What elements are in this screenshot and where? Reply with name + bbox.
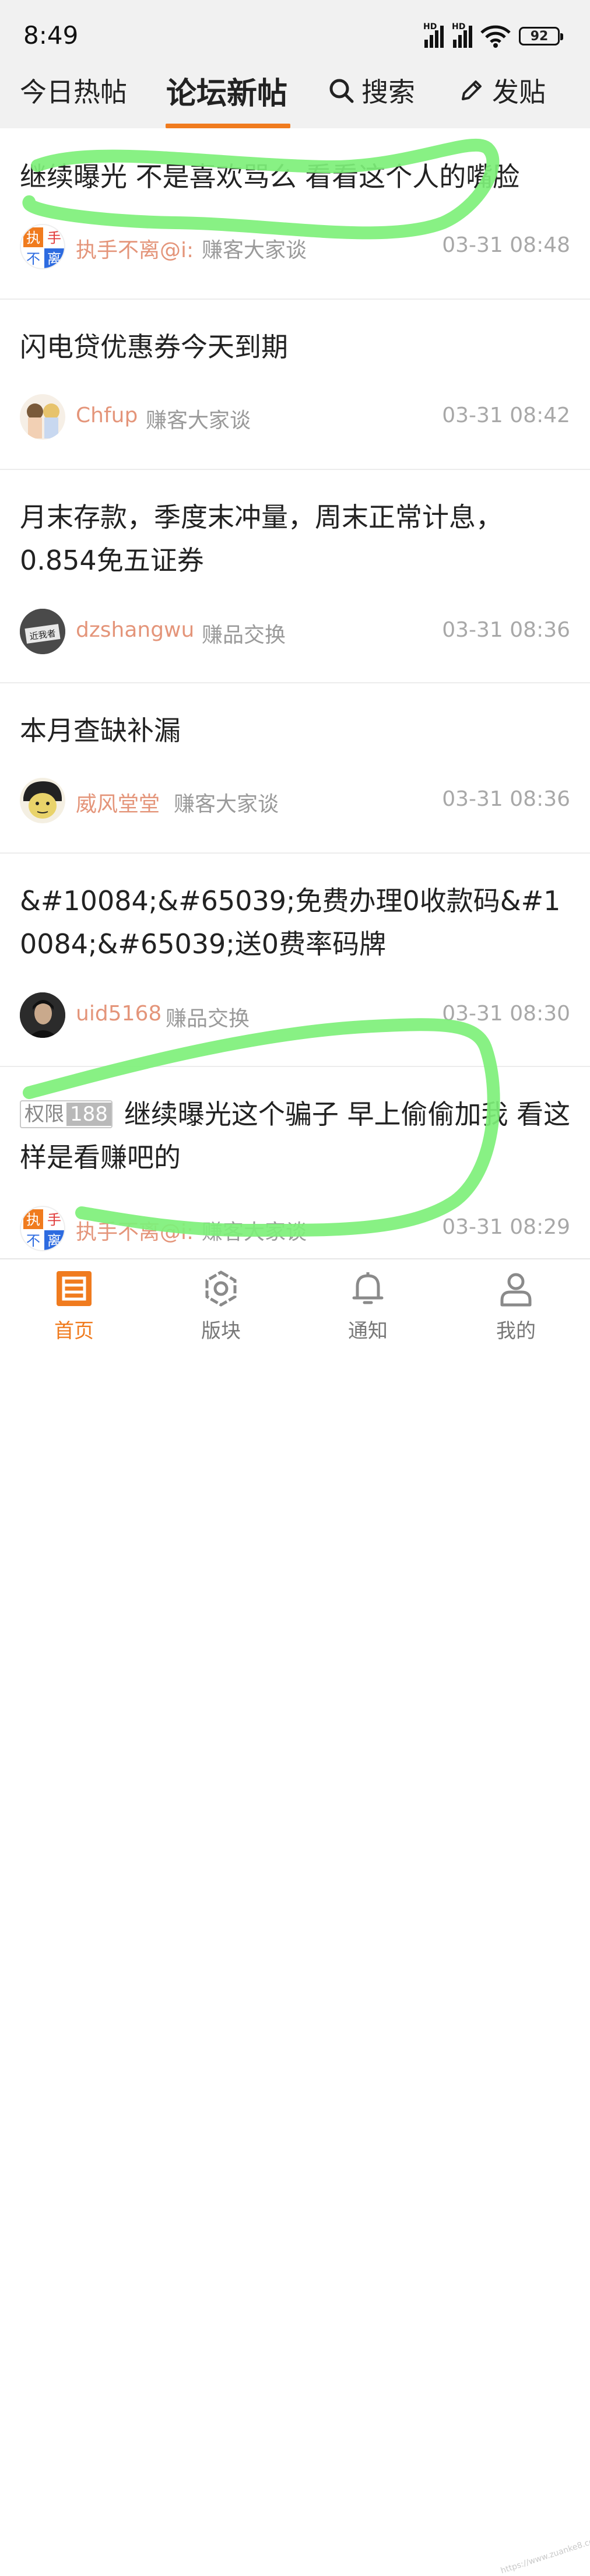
nav-label: 我的 [496,1319,536,1343]
avatar[interactable]: 近我者 [20,609,65,654]
status-time: 8:49 [23,21,79,50]
avatar-text: 离 [47,251,61,267]
avatar-text: 手 [47,1212,61,1228]
post-meta: 执 手 不 离 执手不离@i: 赚客大家谈 03-31 08:29 [20,1206,570,1252]
post-title: 月末存款，季度末冲量，周末正常计息，0.854免五证券 [20,501,503,576]
wifi-icon [480,25,511,48]
home-icon [57,1271,92,1306]
post-author[interactable]: 执手不离@i: [76,233,194,264]
battery-level: 92 [530,29,549,44]
signal-icon: HD [423,22,444,48]
top-tab-bar: 今日热帖 论坛新帖 搜索 发贴 [0,58,590,128]
avatar-text: 不 [26,1233,40,1249]
post-time: 03-31 08:42 [442,403,570,427]
post-title: 闪电贷优惠券今天到期 [20,331,288,363]
post-time: 03-31 08:29 [442,1215,570,1239]
post-board[interactable]: 赚客大家谈 [174,787,279,817]
post-time: 03-31 08:30 [442,1002,570,1026]
nav-label: 版块 [201,1319,241,1343]
tab-today-hot[interactable]: 今日热帖 [20,71,127,110]
avatar[interactable] [20,778,65,823]
nav-home[interactable]: 首页 [36,1259,112,1345]
post-title: &#10084;&#65039;免费办理0收款码&#10084;&#65039;… [20,885,561,960]
nav-boards[interactable]: 版块 [183,1259,259,1345]
post-item[interactable]: 本月查缺补漏 威风堂堂 赚客大家谈 03-31 08:36 [0,683,590,854]
post-title: 本月查缺补漏 [20,715,181,746]
hd-label: HD [452,22,466,31]
post-board[interactable]: 赚品交换 [166,1002,250,1032]
post-board[interactable]: 赚品交换 [202,618,286,648]
post-meta: 威风堂堂 赚客大家谈 03-31 08:36 [20,778,570,824]
post-item[interactable]: &#10084;&#65039;免费办理0收款码&#10084;&#65039;… [0,854,590,1067]
status-bar: 8:49 HD HD 92 [0,0,590,58]
permission-tag-label: 权限 [24,1102,64,1126]
avatar[interactable]: 执 手 不 离 [20,224,65,269]
avatar-text: 不 [26,251,40,267]
signal-icon: HD [452,22,472,48]
nav-profile[interactable]: 我的 [478,1259,554,1345]
post-item[interactable]: 月末存款，季度末冲量，周末正常计息，0.854免五证券 近我者 dzshangw… [0,470,590,683]
post-meta: Chfup 赚客大家谈 03-31 08:42 [20,394,570,441]
post-meta: uid5168 赚品交换 03-31 08:30 [20,992,570,1039]
nav-label: 首页 [54,1319,94,1343]
pencil-icon [462,80,482,100]
permission-tag: 权限 188 [20,1100,113,1128]
tab-forum-new[interactable]: 论坛新帖 [166,69,287,113]
watermark: https://www.zuanke8.com [499,2534,590,2576]
post-meta: 执 手 不 离 执手不离@i: 赚客大家谈 03-31 08:48 [20,224,570,271]
post-board[interactable]: 赚客大家谈 [146,403,251,434]
post-item[interactable]: 闪电贷优惠券今天到期 Chfup 赚客大家谈 03-31 08:42 [0,300,590,470]
post-board[interactable]: 赚客大家谈 [202,233,307,264]
post-label: 发贴 [492,76,546,108]
post-time: 03-31 08:36 [442,618,570,642]
bell-icon [352,1272,384,1304]
post-title: 继续曝光 不是喜欢骂么 看看这个人的嘴脸 [20,161,520,192]
post-title: 权限 188 继续曝光这个骗子 早上偷偷加我 看这样是看赚吧的 [20,1093,574,1179]
post-meta: 近我者 dzshangwu 赚品交换 03-31 08:36 [20,609,570,655]
post-author[interactable]: 威风堂堂 [76,787,160,817]
avatar-text: 执 [26,1212,40,1228]
post-author[interactable]: dzshangwu [76,618,194,642]
post-board[interactable]: 赚客大家谈 [202,1215,307,1245]
board-icon [205,1271,237,1307]
post-time: 03-31 08:48 [442,233,570,257]
status-icons: HD HD 92 [423,22,563,50]
search-icon [329,79,354,103]
permission-tag-level: 188 [66,1102,111,1126]
nav-label: 通知 [348,1319,388,1343]
avatar-text: 执 [26,230,40,246]
hd-label: HD [423,22,437,31]
avatar[interactable]: 执 手 不 离 [20,1206,65,1251]
nav-notifications[interactable]: 通知 [330,1259,406,1345]
new-post-button[interactable]: 发贴 [458,71,546,110]
avatar-text: 手 [47,230,61,246]
post-time: 03-31 08:36 [442,787,570,811]
user-icon [500,1273,532,1307]
post-author[interactable]: Chfup [76,403,138,427]
avatar[interactable] [20,992,65,1038]
battery-icon: 92 [519,27,563,45]
post-author[interactable]: uid5168 [76,1002,161,1026]
post-author[interactable]: 执手不离@i: [76,1215,194,1245]
post-item[interactable]: 权限 188 继续曝光这个骗子 早上偷偷加我 看这样是看赚吧的 执 手 不 离 执手… [0,1067,590,1258]
avatar[interactable] [20,394,65,440]
search-label: 搜索 [361,76,415,108]
bottom-nav: 首页 版块 通知 我的 https://www.zuanke8.com [0,1258,590,2576]
search-button[interactable]: 搜索 [328,71,415,110]
post-item[interactable]: 继续曝光 不是喜欢骂么 看看这个人的嘴脸 执 手 不 离 执手不离@i: 赚客大… [0,129,590,300]
active-tab-indicator [166,124,290,128]
avatar-text: 离 [47,1233,61,1249]
